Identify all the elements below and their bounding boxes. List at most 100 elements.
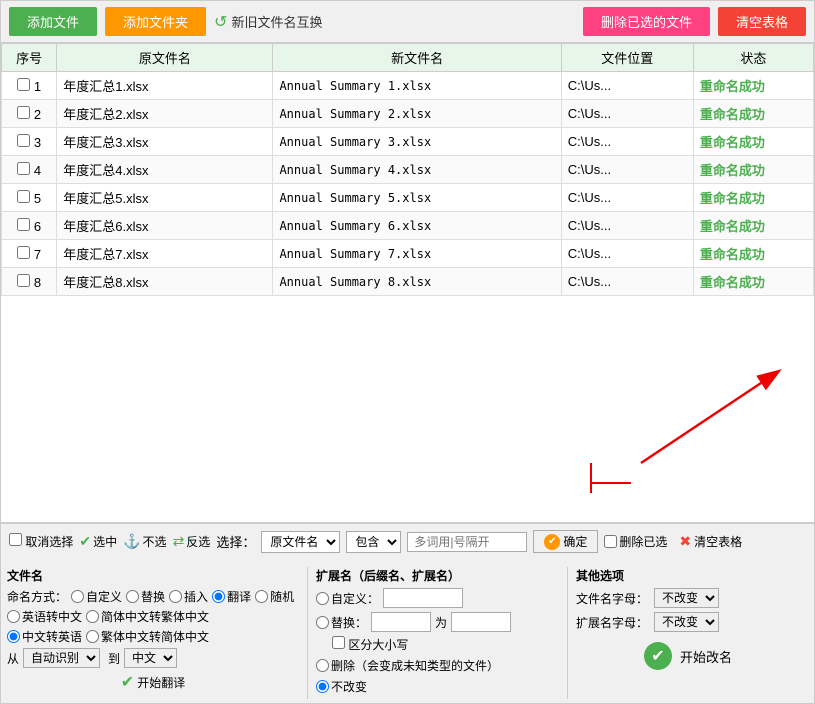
col-header-seq: 序号 bbox=[2, 44, 57, 72]
row-new-3: Annual Summary 4.xlsx bbox=[273, 156, 561, 184]
ext-replace-from-input[interactable] bbox=[371, 612, 431, 632]
file-table: 序号 原文件名 新文件名 文件位置 状态 1 年度汇总1.xlsx Annual… bbox=[1, 43, 814, 296]
add-file-button[interactable]: 添加文件 bbox=[9, 7, 97, 36]
ext-delete-radio[interactable]: 删除（会变成未知类型的文件） bbox=[316, 657, 499, 674]
swap-icon: ↺ bbox=[214, 12, 227, 32]
condition-dropdown[interactable]: 包含 等于 开头 结尾 bbox=[346, 531, 401, 553]
row-status-3: 重命名成功 bbox=[693, 156, 813, 184]
row-original-1: 年度汇总2.xlsx bbox=[57, 100, 273, 128]
other-panel: 其他选项 文件名字母： 不改变 全大写 全小写 扩展名字母： 不改变 全大写 全… bbox=[567, 567, 808, 699]
cancel-select-checkbox[interactable] bbox=[9, 533, 22, 546]
to-select[interactable]: 中文 bbox=[124, 648, 177, 668]
start-row: ✔ 开始改名 bbox=[576, 638, 800, 674]
filename-case-select[interactable]: 不改变 全大写 全小写 bbox=[654, 588, 719, 608]
naming-insert[interactable]: 插入 bbox=[169, 588, 208, 605]
ext-custom-radio[interactable]: 自定义： bbox=[316, 590, 379, 607]
col-header-status: 状态 bbox=[693, 44, 813, 72]
naming-custom[interactable]: 自定义 bbox=[71, 588, 122, 605]
delete-selected2-checkbox[interactable] bbox=[604, 535, 617, 548]
naming-replace[interactable]: 替换 bbox=[126, 588, 165, 605]
swap-names-button[interactable]: ↺ 新旧文件名互换 bbox=[214, 12, 322, 32]
table-row: 5 年度汇总5.xlsx Annual Summary 5.xlsx C:\Us… bbox=[2, 184, 814, 212]
delete-selected-button[interactable]: 删除已选的文件 bbox=[583, 7, 710, 36]
row-status-0: 重命名成功 bbox=[693, 72, 813, 100]
from-select[interactable]: 自动识别 bbox=[23, 648, 100, 668]
select-all-icon: ✔ bbox=[79, 533, 91, 550]
row-original-6: 年度汇总7.xlsx bbox=[57, 240, 273, 268]
row-checkbox-7[interactable] bbox=[17, 274, 30, 287]
row-seq-6: 7 bbox=[2, 240, 57, 268]
row-seq-1: 2 bbox=[2, 100, 57, 128]
file-table-container: 序号 原文件名 新文件名 文件位置 状态 1 年度汇总1.xlsx Annual… bbox=[1, 43, 814, 523]
invert-label[interactable]: ⇄ 反选 bbox=[173, 533, 211, 550]
other-panel-title: 其他选项 bbox=[576, 567, 800, 584]
translate-button[interactable]: ✔ 开始翻译 bbox=[121, 672, 185, 692]
bottom-controls: 取消选择 ✔ 选中 ⚓ 不选 ⇄ 反选 选择： 原文件名 新文件名 包含 等于 bbox=[1, 523, 814, 563]
row-checkbox-4[interactable] bbox=[17, 190, 30, 203]
row-original-5: 年度汇总6.xlsx bbox=[57, 212, 273, 240]
row-status-2: 重命名成功 bbox=[693, 128, 813, 156]
table-row: 6 年度汇总6.xlsx Annual Summary 6.xlsx C:\Us… bbox=[2, 212, 814, 240]
add-folder-button[interactable]: 添加文件夹 bbox=[105, 7, 206, 36]
row-original-7: 年度汇总8.xlsx bbox=[57, 268, 273, 296]
row-checkbox-3[interactable] bbox=[17, 162, 30, 175]
row-status-7: 重命名成功 bbox=[693, 268, 813, 296]
delete-selected2-label[interactable]: 删除已选 bbox=[604, 533, 667, 550]
ext-case-checkbox[interactable] bbox=[332, 636, 345, 649]
ext-case-checkbox-label[interactable]: 区分大小写 bbox=[332, 636, 408, 653]
col-header-location: 文件位置 bbox=[561, 44, 693, 72]
row-checkbox-5[interactable] bbox=[17, 218, 30, 231]
start-check-icon[interactable]: ✔ bbox=[644, 642, 672, 670]
extension-panel: 扩展名（后缀名、扩展名） 自定义： 替换： 为 区分大小写 删除（会变成未知类型… bbox=[307, 567, 567, 699]
ext-custom-input[interactable] bbox=[383, 588, 463, 608]
start-rename-button[interactable]: 开始改名 bbox=[680, 647, 732, 666]
row-new-4: Annual Summary 5.xlsx bbox=[273, 184, 561, 212]
table-row: 1 年度汇总1.xlsx Annual Summary 1.xlsx C:\Us… bbox=[2, 72, 814, 100]
ext-nochange-radio[interactable]: 不改变 bbox=[316, 678, 367, 695]
row-seq-4: 5 bbox=[2, 184, 57, 212]
row-checkbox-1[interactable] bbox=[17, 106, 30, 119]
row-seq-0: 1 bbox=[2, 72, 57, 100]
col-header-original: 原文件名 bbox=[57, 44, 273, 72]
row-original-3: 年度汇总4.xlsx bbox=[57, 156, 273, 184]
ext-case-label: 扩展名字母： bbox=[576, 614, 648, 631]
row-new-1: Annual Summary 2.xlsx bbox=[273, 100, 561, 128]
keywords-input[interactable] bbox=[407, 532, 527, 552]
zh-to-zhtw[interactable]: 简体中文转繁体中文 bbox=[86, 608, 209, 625]
select-type-dropdown[interactable]: 原文件名 新文件名 bbox=[261, 531, 340, 553]
row-seq-2: 3 bbox=[2, 128, 57, 156]
row-status-1: 重命名成功 bbox=[693, 100, 813, 128]
row-checkbox-6[interactable] bbox=[17, 246, 30, 259]
clear-table2-button[interactable]: ✖ 清空表格 bbox=[673, 531, 748, 552]
row-location-2: C:\Us... bbox=[561, 128, 693, 156]
deselect-label[interactable]: ⚓ 不选 bbox=[123, 533, 166, 550]
table-row: 7 年度汇总7.xlsx Annual Summary 7.xlsx C:\Us… bbox=[2, 240, 814, 268]
select-label: 选择： bbox=[216, 532, 255, 551]
row-status-6: 重命名成功 bbox=[693, 240, 813, 268]
row-location-4: C:\Us... bbox=[561, 184, 693, 212]
row-original-0: 年度汇总1.xlsx bbox=[57, 72, 273, 100]
naming-label: 命名方式： bbox=[7, 588, 67, 605]
col-header-new: 新文件名 bbox=[273, 44, 561, 72]
row-checkbox-2[interactable] bbox=[17, 134, 30, 147]
row-seq-3: 4 bbox=[2, 156, 57, 184]
en-to-zh[interactable]: 英语转中文 bbox=[7, 608, 82, 625]
row-location-0: C:\Us... bbox=[561, 72, 693, 100]
zh-to-en[interactable]: 中文转英语 bbox=[7, 628, 82, 645]
row-new-2: Annual Summary 3.xlsx bbox=[273, 128, 561, 156]
zhtw-to-zh[interactable]: 繁体中文转简体中文 bbox=[86, 628, 209, 645]
naming-translate[interactable]: 翻译 bbox=[212, 588, 251, 605]
ext-case-select[interactable]: 不改变 全大写 全小写 bbox=[654, 612, 719, 632]
row-location-7: C:\Us... bbox=[561, 268, 693, 296]
naming-random[interactable]: 随机 bbox=[255, 588, 294, 605]
row-checkbox-0[interactable] bbox=[17, 78, 30, 91]
confirm-button[interactable]: ✔ 确定 bbox=[533, 530, 598, 553]
row-original-2: 年度汇总3.xlsx bbox=[57, 128, 273, 156]
ext-to-label: 为 bbox=[435, 614, 447, 631]
ext-replace-radio[interactable]: 替换： bbox=[316, 614, 367, 631]
cancel-select-label[interactable]: 取消选择 bbox=[9, 533, 73, 550]
clear-table-button[interactable]: 清空表格 bbox=[718, 7, 806, 36]
invert-icon: ⇄ bbox=[173, 533, 185, 550]
select-all-label[interactable]: ✔ 选中 bbox=[79, 533, 117, 550]
ext-replace-to-input[interactable] bbox=[451, 612, 511, 632]
